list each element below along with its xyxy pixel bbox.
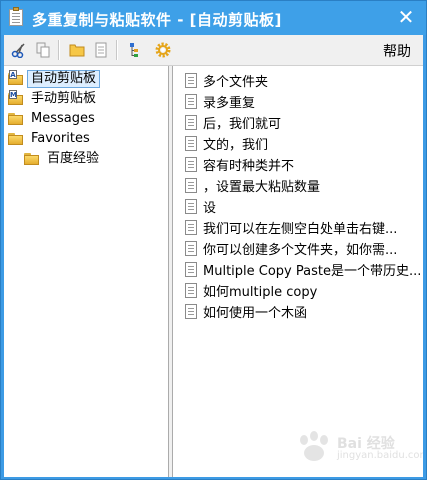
tree-item-label: 手动剪贴板 [31,90,97,106]
folder-icon[interactable] [66,39,88,61]
tree-icon[interactable] [124,39,146,61]
list-item[interactable]: Multiple Copy Paste是一个带历史... [185,259,421,279]
document-icon [185,198,197,214]
document-icon[interactable] [90,39,112,61]
document-icon [185,261,197,277]
list-item[interactable]: 录多重复 [185,91,255,111]
toolbar: 帮助 [4,35,423,66]
list-item-text: 录多重复 [203,95,256,111]
list-item-text: 容有时种类并不 [203,158,295,174]
tree-item-label: Favorites [31,130,90,146]
list-item-text: 文的，我们 [203,137,269,153]
help-menu[interactable]: 帮助 [383,41,411,61]
list-item-text: 我们可以在左侧空白处单击右键... [203,221,398,237]
list-item-text: ，设置最大粘贴数量 [203,179,321,195]
folder-icon: A [8,70,23,85]
document-icon [185,282,197,298]
list-item-text: 如何使用一个木函 [203,305,308,321]
folder-icon: M [8,90,23,105]
list-item[interactable]: 设 [185,196,216,216]
list-item-text: 设 [203,200,217,216]
list-item-text: 如何multiple copy [203,284,318,300]
list-item-text: 你可以创建多个文件夹，如你需... [203,242,398,258]
clip-list[interactable]: Bai 经验 jingyan.baidu.com 多个文件夹录多重复后，我们就可… [173,66,423,477]
document-icon [185,177,197,193]
list-item[interactable]: 你可以创建多个文件夹，如你需... [185,238,397,258]
list-item[interactable]: 文的，我们 [185,133,268,153]
tree-item[interactable]: 百度经验 [24,149,103,168]
app-window: 多重复制与粘贴软件 - [自动剪贴板] ✕ 帮助 A 自动剪贴板 M 手动剪贴板 Mes… [0,0,427,480]
folder-tree[interactable]: A 自动剪贴板 M 手动剪贴板 Messages Favorites 百度经验 [4,66,169,477]
list-item[interactable]: 多个文件夹 [185,70,268,90]
tree-item[interactable]: Favorites [8,129,94,148]
document-icon [185,156,197,172]
list-item[interactable]: 我们可以在左侧空白处单击右键... [185,217,397,237]
document-icon [185,240,197,256]
document-icon [185,114,197,130]
folder-icon [24,152,39,165]
tree-item[interactable]: A 自动剪贴板 [8,69,101,88]
list-item[interactable]: 后，我们就可 [185,112,281,132]
list-item[interactable]: 容有时种类并不 [185,154,294,174]
copy-icon[interactable] [32,39,54,61]
scissors-icon[interactable] [8,39,30,61]
tree-item-label: Messages [31,110,95,126]
list-item[interactable]: 如何multiple copy [185,280,317,300]
document-icon [185,219,197,235]
folder-icon [8,132,23,145]
list-item-text: 后，我们就可 [203,116,282,132]
list-item[interactable]: 如何使用一个木函 [185,301,307,321]
list-item-text: Multiple Copy Paste是一个带历史... [203,263,422,279]
watermark: Bai 经验 jingyan.baidu.com [295,431,423,465]
document-icon [185,72,197,88]
clipboard-icon [9,7,23,26]
tree-item[interactable]: Messages [8,109,99,128]
list-item[interactable]: ，设置最大粘贴数量 [185,175,320,195]
tree-item-label: 百度经验 [47,150,100,166]
folder-icon [8,112,23,125]
document-icon [185,303,197,319]
toolbar-separator [58,40,60,60]
window-title: 多重复制与粘贴软件 - [自动剪贴板] [32,11,282,29]
list-item-text: 多个文件夹 [203,74,269,90]
tree-item[interactable]: M 手动剪贴板 [8,89,100,108]
watermark-url: jingyan.baidu.com [337,450,423,461]
document-icon [185,93,197,109]
tree-item-label: 自动剪贴板 [27,69,101,88]
title-bar[interactable]: 多重复制与粘贴软件 - [自动剪贴板] ✕ [1,1,426,35]
gear-icon[interactable] [152,39,174,61]
main-panes: A 自动剪贴板 M 手动剪贴板 Messages Favorites 百度经验 Bai 经验… [4,66,423,477]
document-icon [185,135,197,151]
toolbar-separator [116,40,118,60]
close-button[interactable]: ✕ [396,6,416,28]
